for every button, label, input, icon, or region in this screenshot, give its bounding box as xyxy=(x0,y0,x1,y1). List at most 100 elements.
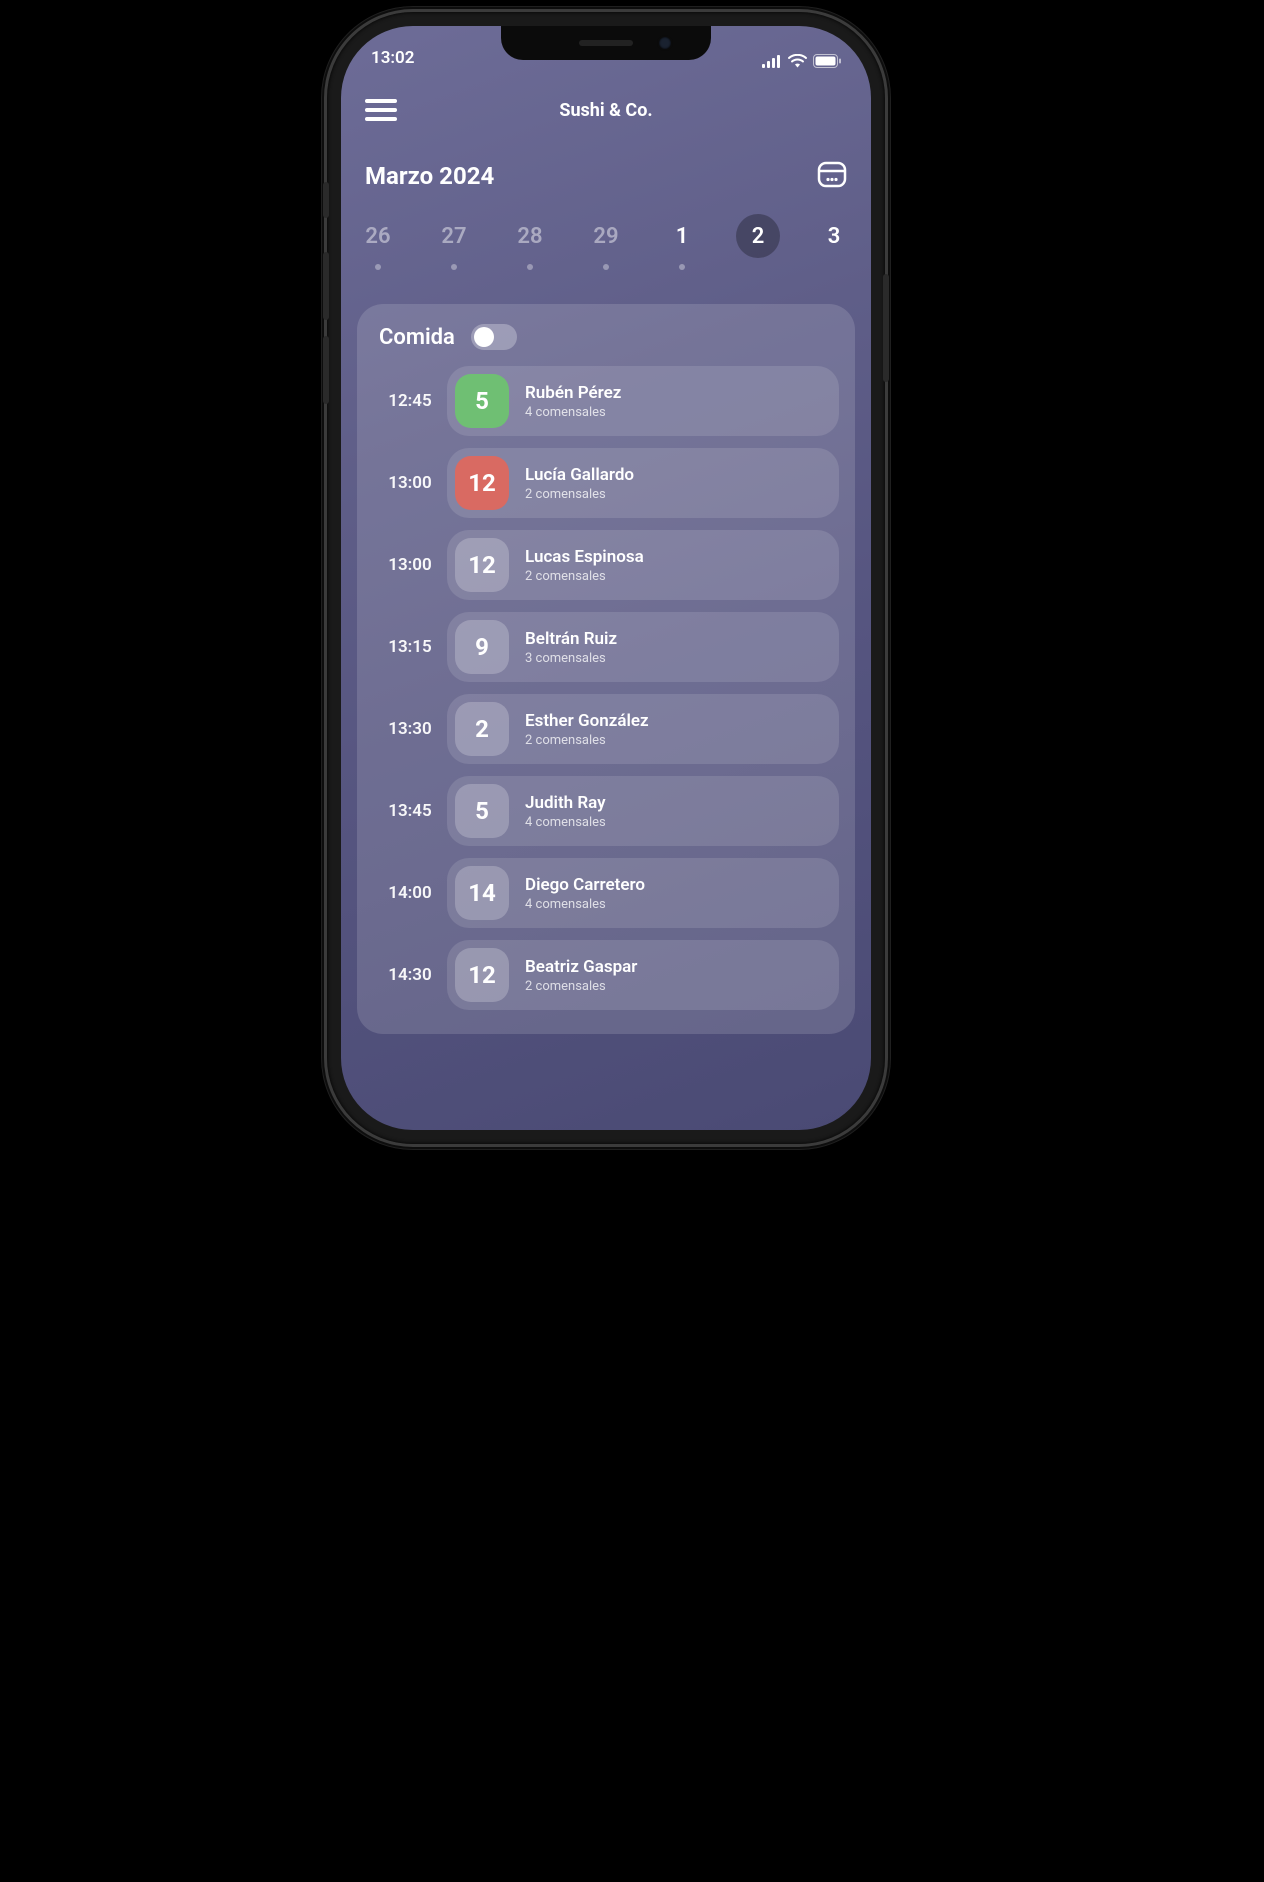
reservation-row: 13:15 9 Beltrán Ruiz 3 comensales xyxy=(373,612,839,682)
reservation-info: Lucas Espinosa2 comensales xyxy=(525,547,644,584)
cellular-icon xyxy=(762,55,782,68)
reservation-row: 13:00 12 Lucía Gallardo 2 comensales xyxy=(373,448,839,518)
notch xyxy=(501,26,711,60)
guest-count: 2 comensales xyxy=(525,979,637,994)
day-29[interactable]: 29 xyxy=(579,214,633,270)
reservations-card: Comida 12:45 5 Rubén Pérez 4 comensales 13:0… xyxy=(357,304,855,1034)
guest-name: Rubén Pérez xyxy=(525,383,621,403)
guest-name: Judith Ray xyxy=(525,793,606,813)
guest-name: Esther González xyxy=(525,711,649,731)
reservation-time: 13:15 xyxy=(373,637,447,657)
day-number: 1 xyxy=(660,214,704,258)
card-title: Comida xyxy=(379,325,455,350)
volume-down[interactable] xyxy=(323,336,329,404)
app-header: Sushi & Co. xyxy=(341,90,871,130)
guest-count: 2 comensales xyxy=(525,569,644,584)
reservation-item[interactable]: 5Judith Ray4 comensales xyxy=(447,776,839,846)
day-27[interactable]: 27 xyxy=(427,214,481,270)
table-badge: 5 xyxy=(455,374,509,428)
reservation-row: 13:0012Lucas Espinosa2 comensales xyxy=(373,530,839,600)
meal-toggle[interactable] xyxy=(471,324,517,350)
day-number: 26 xyxy=(356,214,400,258)
table-badge: 12 xyxy=(455,456,509,510)
reservation-time: 13:45 xyxy=(373,801,447,821)
reservation-list: 12:45 5 Rubén Pérez 4 comensales 13:00 12 Lucí… xyxy=(373,366,839,1010)
status-indicators xyxy=(762,54,841,68)
table-badge: 12 xyxy=(455,948,509,1002)
reservation-time: 13:00 xyxy=(373,555,447,575)
day-dot xyxy=(603,264,609,270)
reservation-row: 12:45 5 Rubén Pérez 4 comensales xyxy=(373,366,839,436)
guest-count: 4 comensales xyxy=(525,815,606,830)
card-header: Comida xyxy=(373,324,839,366)
table-badge: 9 xyxy=(455,620,509,674)
menu-button[interactable] xyxy=(365,99,397,121)
front-camera xyxy=(659,37,671,49)
guest-name: Diego Carretero xyxy=(525,875,645,895)
reservation-time: 13:00 xyxy=(373,473,447,493)
table-badge: 2 xyxy=(455,702,509,756)
screen: 13:02 xyxy=(341,26,871,1130)
month-row: Marzo 2024 xyxy=(341,160,871,192)
guest-count: 2 comensales xyxy=(525,487,634,502)
calendar-button[interactable] xyxy=(817,160,847,192)
day-number: 3 xyxy=(812,214,856,258)
reservation-row: 14:00 14 Diego Carretero 4 comensales xyxy=(373,858,839,928)
day-dot xyxy=(679,264,685,270)
day-1[interactable]: 1 xyxy=(655,214,709,270)
day-dot xyxy=(375,264,381,270)
reservation-row: 13:455Judith Ray4 comensales xyxy=(373,776,839,846)
reservation-time: 14:30 xyxy=(373,965,447,985)
reservation-info: Beatriz Gaspar 2 comensales xyxy=(525,957,637,994)
reservation-item[interactable]: 12Lucas Espinosa2 comensales xyxy=(447,530,839,600)
day-number: 27 xyxy=(432,214,476,258)
day-28[interactable]: 28 xyxy=(503,214,557,270)
volume-up[interactable] xyxy=(323,252,329,320)
power-button[interactable] xyxy=(883,274,889,382)
reservation-item[interactable]: 2 Esther González 2 comensales xyxy=(447,694,839,764)
reservation-item[interactable]: 9 Beltrán Ruiz 3 comensales xyxy=(447,612,839,682)
day-strip: 26 27 28 29 123 xyxy=(341,214,871,270)
reservation-item[interactable]: 5 Rubén Pérez 4 comensales xyxy=(447,366,839,436)
status-time: 13:02 xyxy=(371,48,414,68)
reservation-time: 14:00 xyxy=(373,883,447,903)
speaker-grille xyxy=(579,40,633,46)
phone-frame: 13:02 xyxy=(327,12,885,1144)
guest-count: 2 comensales xyxy=(525,733,649,748)
hamburger-line xyxy=(365,108,397,112)
day-3[interactable]: 3 xyxy=(807,214,861,270)
guest-name: Beatriz Gaspar xyxy=(525,957,637,977)
mute-switch[interactable] xyxy=(323,182,329,218)
guest-name: Beltrán Ruiz xyxy=(525,629,617,649)
month-label: Marzo 2024 xyxy=(365,162,494,190)
battery-icon xyxy=(813,54,841,68)
reservation-row: 13:30 2 Esther González 2 comensales xyxy=(373,694,839,764)
hamburger-line xyxy=(365,117,397,121)
reservation-time: 13:30 xyxy=(373,719,447,739)
reservation-info: Lucía Gallardo 2 comensales xyxy=(525,465,634,502)
day-number: 2 xyxy=(736,214,780,258)
day-dot xyxy=(451,264,457,270)
day-26[interactable]: 26 xyxy=(351,214,405,270)
guest-count: 3 comensales xyxy=(525,651,617,666)
reservation-info: Beltrán Ruiz 3 comensales xyxy=(525,629,617,666)
guest-count: 4 comensales xyxy=(525,405,621,420)
guest-name: Lucía Gallardo xyxy=(525,465,634,485)
guest-count: 4 comensales xyxy=(525,897,645,912)
table-badge: 14 xyxy=(455,866,509,920)
reservation-item[interactable]: 14 Diego Carretero 4 comensales xyxy=(447,858,839,928)
reservation-info: Esther González 2 comensales xyxy=(525,711,649,748)
day-number: 29 xyxy=(584,214,628,258)
reservation-time: 12:45 xyxy=(373,391,447,411)
day-number: 28 xyxy=(508,214,552,258)
wifi-icon xyxy=(788,54,807,68)
reservation-info: Judith Ray 4 comensales xyxy=(525,793,606,830)
reservation-item[interactable]: 12 Lucía Gallardo 2 comensales xyxy=(447,448,839,518)
reservation-item[interactable]: 12 Beatriz Gaspar 2 comensales xyxy=(447,940,839,1010)
reservation-info: Diego Carretero 4 comensales xyxy=(525,875,645,912)
hamburger-line xyxy=(365,99,397,103)
calendar-icon xyxy=(817,160,847,188)
day-2[interactable]: 2 xyxy=(731,214,785,270)
reservation-row: 14:30 12 Beatriz Gaspar 2 comensales xyxy=(373,940,839,1010)
app-title: Sushi & Co. xyxy=(559,100,652,121)
